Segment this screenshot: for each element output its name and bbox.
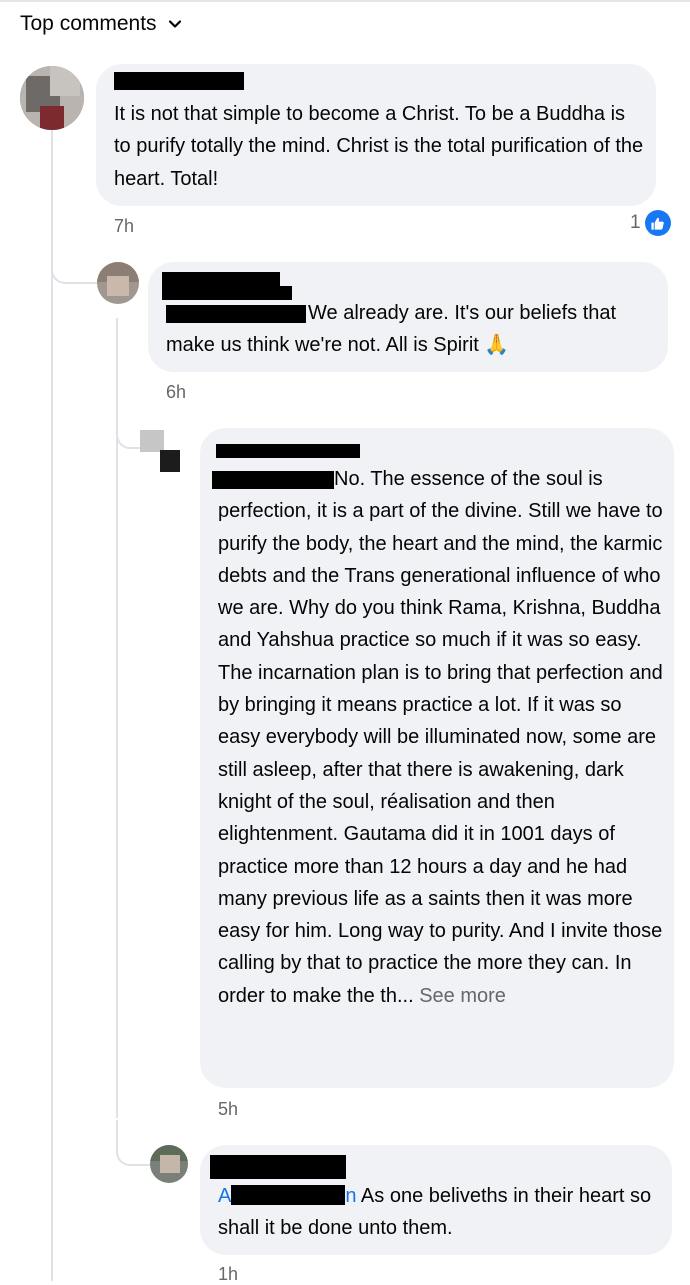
comment-text: It is not that simple to become a Christ…: [114, 103, 644, 190]
see-more-link[interactable]: See more: [419, 985, 506, 1007]
comment-text: We already are. It's our beliefs that ma…: [166, 302, 617, 357]
redacted-author-name: [210, 1155, 346, 1179]
avatar[interactable]: [150, 1145, 188, 1183]
redacted-author-name: [114, 72, 244, 90]
avatar[interactable]: [140, 430, 180, 472]
comment-time[interactable]: 7h: [114, 216, 134, 237]
praying-hands-emoji: 🙏: [484, 334, 510, 357]
redacted-mention: [166, 305, 306, 323]
redacted-author-name: [216, 444, 360, 458]
redacted-mention: [212, 471, 334, 489]
comment-bubble: We already are. It's our beliefs that ma…: [148, 262, 668, 372]
mention-link[interactable]: A: [218, 1185, 231, 1207]
comment-time[interactable]: 1h: [218, 1264, 238, 1285]
like-icon: [644, 210, 671, 236]
sort-label: Top comments: [20, 12, 157, 35]
comment-text: No. The essence of the soul is perfectio…: [212, 463, 663, 1012]
reaction-count: 1: [630, 212, 641, 233]
redacted-author-name: [162, 272, 280, 286]
avatar[interactable]: [97, 262, 139, 304]
thread-line-main: [51, 130, 53, 1281]
chevron-down-icon: [168, 20, 181, 28]
redacted-mention: [231, 1185, 346, 1205]
reaction-summary[interactable]: 1: [630, 210, 671, 236]
comment-time[interactable]: 6h: [166, 382, 186, 403]
comment-bubble: It is not that simple to become a Christ…: [96, 64, 656, 206]
comment-bubble: No. The essence of the soul is perfectio…: [200, 428, 674, 1088]
comment-bubble: An As one beliveths in their heart so sh…: [200, 1145, 672, 1255]
top-divider: [0, 0, 690, 2]
comment-time[interactable]: 5h: [218, 1099, 238, 1120]
mention-link[interactable]: n: [345, 1185, 356, 1207]
sort-dropdown[interactable]: Top comments: [20, 12, 183, 36]
comment-text: An As one beliveths in their heart so sh…: [218, 1185, 652, 1240]
thread-connector: [51, 240, 97, 284]
avatar[interactable]: [20, 66, 84, 130]
